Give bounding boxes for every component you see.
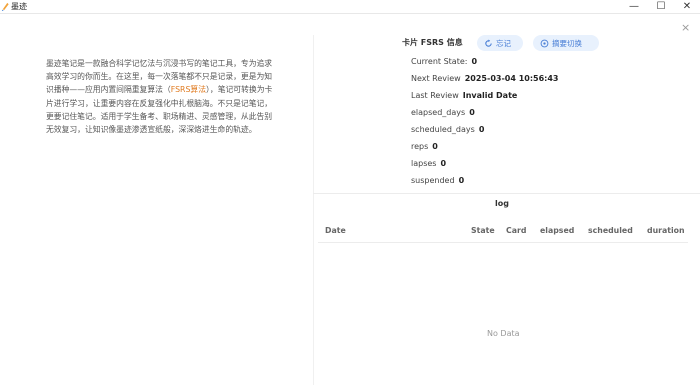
summary-switch-button[interactable]: 摘要切换: [533, 35, 599, 51]
info-row-next-review: Next Review 2025-03-04 10:56:43: [411, 74, 559, 84]
info-label: elapsed_days: [411, 108, 466, 117]
info-row-lapses: lapses 0: [411, 159, 446, 169]
title-bar: 墨迹 — ☐ ✕: [0, 0, 700, 14]
info-value: 0: [432, 142, 438, 151]
card-fsrs-info-title: 卡片 FSRS 信息: [402, 38, 463, 47]
column-header-scheduled[interactable]: scheduled: [588, 226, 633, 236]
column-header-elapsed[interactable]: elapsed: [540, 226, 574, 236]
info-label: Current State:: [411, 57, 468, 66]
maximize-button[interactable]: ☐: [648, 0, 674, 13]
info-label: reps: [411, 142, 429, 151]
info-row-suspended: suspended 0: [411, 176, 464, 186]
info-value: Invalid Date: [462, 91, 518, 100]
info-label: scheduled_days: [411, 125, 475, 134]
forget-button[interactable]: 忘记: [477, 35, 523, 51]
forget-button-label: 忘记: [496, 38, 511, 48]
column-header-state[interactable]: State: [471, 226, 495, 236]
info-value: 0: [478, 125, 485, 134]
info-value: 0: [469, 108, 475, 117]
info-row-reps: reps 0: [411, 142, 438, 152]
panel-divider: [313, 35, 314, 385]
info-row-current-state: Current State: 0: [411, 57, 477, 67]
close-window-button[interactable]: ✕: [674, 0, 700, 13]
info-label: lapses: [411, 159, 437, 168]
column-header-duration[interactable]: duration: [647, 226, 685, 236]
column-header-date[interactable]: Date: [325, 226, 346, 236]
summary-switch-label: 摘要切换: [552, 38, 582, 48]
empty-state-text: No Data: [487, 329, 520, 338]
info-value: 2025-03-04 10:56:43: [464, 74, 559, 83]
swap-icon: [540, 39, 549, 47]
info-row-elapsed-days: elapsed_days 0: [411, 108, 475, 118]
info-value: 0: [458, 176, 465, 185]
info-row-last-review: Last Review Invalid Date: [411, 91, 517, 101]
info-label: Last Review: [411, 91, 459, 100]
app-description: 墨迹笔记是一款融合科学记忆法与沉浸书写的笔记工具，专为追求高效学习的你而生。在这…: [46, 57, 274, 136]
column-header-card[interactable]: Card: [506, 226, 526, 236]
log-title: log: [495, 199, 509, 208]
section-divider: [313, 193, 700, 194]
info-value: 0: [440, 159, 447, 168]
table-header-divider: [318, 242, 688, 243]
panel-close-button[interactable]: ×: [681, 22, 690, 34]
info-label: suspended: [411, 176, 455, 185]
fsrs-algorithm-link: FSRS算法: [170, 85, 207, 95]
info-label: Next Review: [411, 74, 461, 83]
minimize-button[interactable]: —: [621, 0, 647, 13]
window-title: 墨迹: [11, 2, 27, 11]
info-value: 0: [471, 57, 478, 66]
app-logo-icon: [1, 2, 9, 11]
info-row-scheduled-days: scheduled_days 0: [411, 125, 484, 135]
refresh-icon: [485, 38, 492, 47]
